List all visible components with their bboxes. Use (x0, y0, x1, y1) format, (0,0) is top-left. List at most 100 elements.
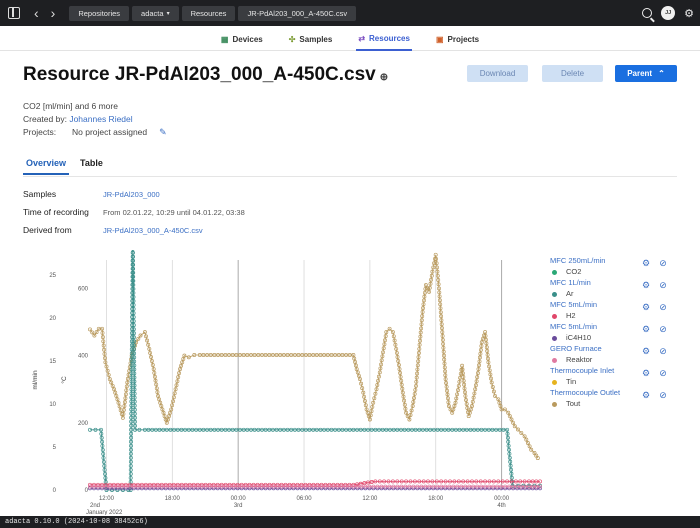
settings-icon[interactable]: ⚙ (641, 280, 651, 290)
legend-series-name: Ar (566, 289, 574, 298)
legend-device-name[interactable]: MFC 5mL/min (550, 322, 597, 331)
resources-icon: ⇄ (358, 33, 366, 43)
legend-series-name: iC4H10 (566, 333, 592, 342)
search-icon[interactable] (642, 8, 653, 18)
derived-row: Derived from JR-PdAl203_000_A-450C.csv (23, 225, 203, 235)
legend-device-name[interactable]: MFC 250mL/min (550, 256, 605, 265)
resource-summary: CO2 [ml/min] and 6 more (23, 101, 118, 111)
y-left-tick-label: 20 (49, 316, 56, 322)
legend-device-name[interactable]: MFC 5mL/min (550, 300, 597, 309)
legend-item: MFC 5mL/min H2 ⚙ ⊘ (550, 300, 690, 322)
visibility-off-icon[interactable]: ⊘ (658, 346, 668, 356)
legend-device-name[interactable]: GERO Furnace (550, 344, 602, 353)
legend-color-dot (552, 379, 557, 385)
avatar[interactable]: JJ (661, 6, 676, 20)
breadcrumb-label: adacta (141, 8, 164, 18)
chart: 25 20 15 10 5 0 600 400 200 0 ml/min °C 12:00 18:00 00… (32, 250, 542, 515)
breadcrumb-repositories[interactable]: Repositories (69, 5, 130, 21)
tab-samples[interactable]: ✣ Samples (287, 27, 335, 51)
parent-button-label: Parent (627, 69, 653, 78)
x-tick-sublabel: 3rd (234, 503, 243, 509)
back-icon[interactable]: ‹ (34, 6, 39, 20)
x-tick-label: 12:00 (362, 496, 378, 502)
page-title: Resource JR-PdAl203_000_A-450C.csv ⊕ (23, 64, 388, 86)
legend-item: MFC 5mL/min iC4H10 ⚙ ⊘ (550, 322, 690, 344)
projects-row: Projects: No project assigned ✎ (23, 127, 167, 138)
samples-icon: ✣ (288, 34, 296, 44)
delete-button[interactable]: Delete (542, 65, 603, 82)
recording-label: Time of recording (23, 207, 89, 217)
legend-device-name[interactable]: Thermocouple Outlet (550, 388, 620, 397)
breadcrumb: Repositories adacta ▾ Resources JR-PdAl20… (69, 5, 359, 21)
created-by-label: Created by: (23, 114, 67, 124)
x-tick-label: 18:00 (165, 496, 181, 502)
breadcrumb-current[interactable]: JR-PdAl203_000_A-450C.csv (238, 5, 357, 21)
samples-link[interactable]: JR-PdAl203_000 (103, 190, 160, 199)
visibility-off-icon[interactable]: ⊘ (658, 258, 668, 268)
legend-device-name[interactable]: Thermocouple Inlet (550, 366, 614, 375)
settings-icon[interactable]: ⚙ (641, 324, 651, 334)
legend-series-name: Tin (566, 377, 577, 386)
visibility-off-icon[interactable]: ⊘ (658, 390, 668, 400)
projects-value: No project assigned (72, 127, 148, 137)
x-tick-label: 06:00 (297, 496, 313, 502)
y-left-tick-label: 0 (53, 488, 57, 494)
recording-row: Time of recording From 02.01.22, 10:29 un… (23, 207, 245, 217)
legend-color-dot (552, 335, 557, 341)
gear-icon[interactable]: ⚙ (684, 7, 694, 20)
settings-icon[interactable]: ⚙ (641, 302, 651, 312)
visibility-off-icon[interactable]: ⊘ (658, 368, 668, 378)
settings-icon[interactable]: ⚙ (641, 368, 651, 378)
y-right-tick-label: 600 (78, 286, 89, 292)
created-by-link[interactable]: Johannes Riedel (69, 114, 132, 124)
tab-label: Projects (447, 34, 480, 44)
settings-icon[interactable]: ⚙ (641, 390, 651, 400)
legend-series-name: H2 (566, 311, 576, 320)
main-nav: ▦ Devices ✣ Samples ⇄ Resources ▣ Projects (0, 27, 700, 51)
legend-series-name: Tout (566, 399, 581, 408)
y-left-tick-label: 15 (49, 359, 56, 365)
visibility-off-icon[interactable]: ⊘ (658, 324, 668, 334)
x-tick-label: 12:00 (99, 496, 115, 502)
top-bar: ‹ › Repositories adacta ▾ Resources JR-Pd… (0, 0, 700, 26)
created-by: Created by: Johannes Riedel (23, 114, 133, 124)
tab-label: Samples (299, 34, 333, 44)
legend-color-dot (552, 401, 557, 407)
x-start-label: 2nd (90, 503, 100, 509)
x-tick-label: 00:00 (231, 496, 247, 502)
breadcrumb-resources[interactable]: Resources (181, 5, 236, 21)
x-tick-sublabel: 4th (497, 503, 505, 509)
legend-item: MFC 250mL/min CO2 ⚙ ⊘ (550, 256, 690, 278)
tab-resources[interactable]: ⇄ Resources (356, 27, 412, 51)
legend-item: Thermocouple Inlet Tin ⚙ ⊘ (550, 366, 690, 388)
legend-device-name[interactable]: MFC 1L/min (550, 278, 591, 287)
visibility-off-icon[interactable]: ⊘ (658, 302, 668, 312)
y-right-tick-label: 400 (78, 354, 89, 360)
breadcrumb-adacta[interactable]: adacta ▾ (132, 5, 179, 21)
devices-icon: ▦ (220, 34, 229, 44)
breadcrumb-label: Resources (190, 8, 227, 18)
tab-overview[interactable]: Overview (23, 156, 70, 175)
settings-icon[interactable]: ⚙ (641, 258, 651, 268)
tab-projects[interactable]: ▣ Projects (434, 27, 481, 51)
page-title-text: Resource JR-PdAl203_000_A-450C.csv (23, 64, 376, 85)
parent-button[interactable]: Parent ⌃ (615, 65, 677, 82)
legend-series-name: CO2 (566, 267, 582, 276)
y-right-tick-label: 0 (85, 488, 89, 494)
legend-color-dot (552, 291, 557, 297)
derived-link[interactable]: JR-PdAl203_000_A-450C.csv (103, 226, 203, 235)
chevron-up-icon: ⌃ (658, 69, 665, 78)
settings-icon[interactable]: ⚙ (641, 346, 651, 356)
tab-devices[interactable]: ▦ Devices (219, 27, 265, 51)
visibility-off-icon[interactable]: ⊘ (658, 280, 668, 290)
legend-color-dot (552, 313, 557, 319)
legend-color-dot (552, 269, 557, 275)
tab-label: Resources (369, 33, 410, 43)
tab-table[interactable]: Table (77, 156, 106, 175)
edit-icon[interactable]: ✎ (159, 127, 167, 137)
sidebar-toggle-icon[interactable] (8, 7, 20, 19)
derived-label: Derived from (23, 225, 72, 235)
forward-icon[interactable]: › (51, 6, 56, 20)
projects-label: Projects: (23, 127, 57, 137)
download-button[interactable]: Download (467, 65, 528, 82)
